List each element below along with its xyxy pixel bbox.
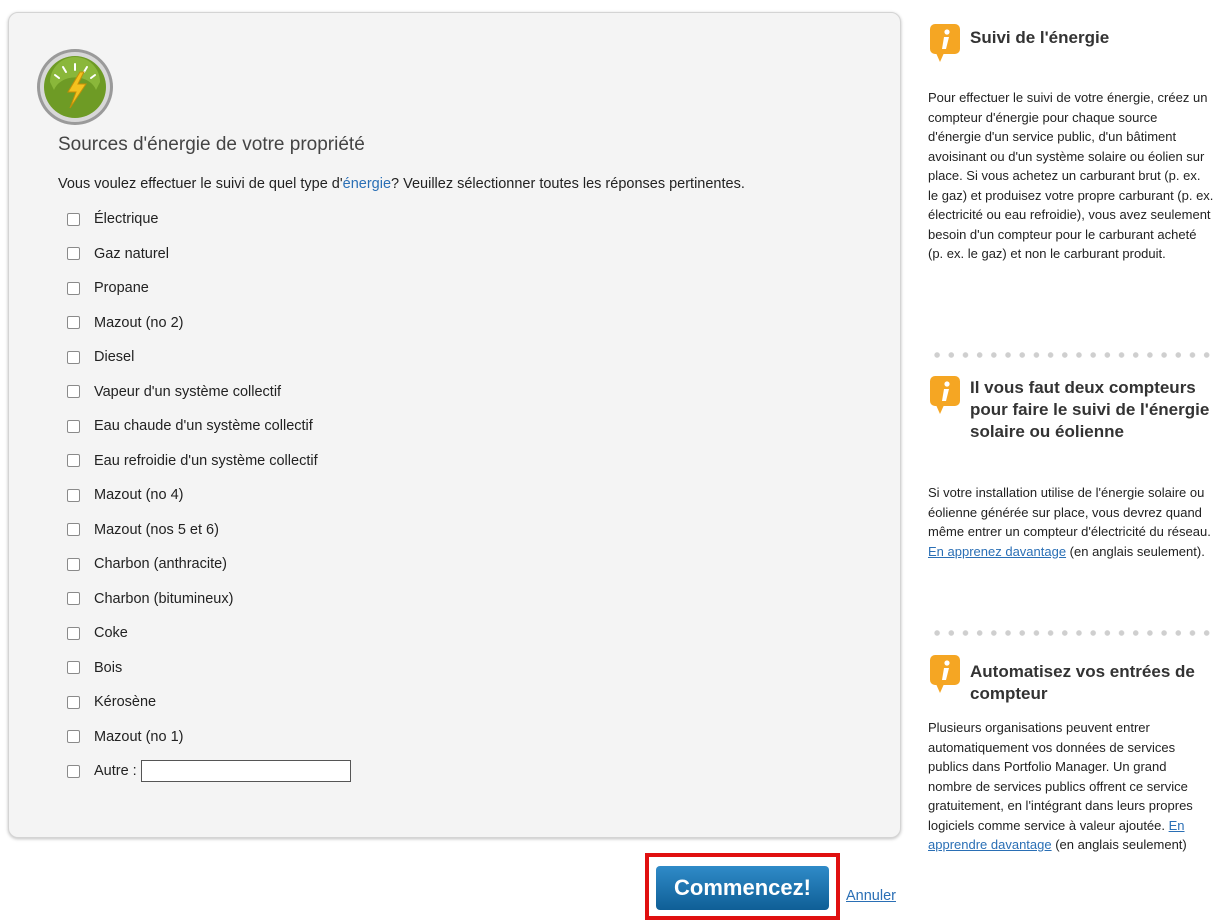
checkbox[interactable] (67, 454, 80, 468)
option-district-steam[interactable]: Vapeur d'un système collectif (67, 375, 351, 410)
option-label: Autre : (94, 763, 137, 780)
question-text: Vous voulez effectuer le suivi de quel t… (58, 176, 745, 192)
option-label: Vapeur d'un système collectif (94, 383, 282, 400)
option-label: Gaz naturel (94, 245, 169, 262)
other-energy-input[interactable] (140, 760, 351, 783)
question-suffix: ? Veuillez sélectionner toutes les répon… (391, 176, 745, 192)
checkbox[interactable] (67, 350, 80, 364)
sidebar-title-two-meters: Il vous faut deux compteurs pour faire l… (970, 378, 1210, 441)
option-label: Mazout (no 1) (94, 728, 184, 745)
option-label: Mazout (no 2) (94, 314, 184, 331)
option-other[interactable]: Autre : (67, 754, 351, 789)
sidebar-text: Si votre installation utilise de l'énerg… (928, 485, 1211, 539)
option-label: Mazout (no 4) (94, 487, 184, 504)
checkbox[interactable] (67, 212, 80, 226)
info-icon (930, 655, 960, 693)
option-coal-anthracite[interactable]: Charbon (anthracite) (67, 547, 351, 582)
energy-options-list: Électrique Gaz naturel Propane Mazout (n… (67, 202, 351, 789)
checkbox[interactable] (67, 764, 80, 778)
sidebar-title-energy-tracking: Suivi de l'énergie (970, 28, 1110, 47)
option-propane[interactable]: Propane (67, 271, 351, 306)
checkbox[interactable] (67, 626, 80, 640)
checkbox[interactable] (67, 661, 80, 675)
sidebar-text-suffix: (en anglais seulement) (1051, 837, 1187, 852)
option-kerosene[interactable]: Kérosène (67, 685, 351, 720)
sidebar-text-automate: Plusieurs organisations peuvent entrer a… (928, 718, 1214, 855)
divider (930, 351, 1214, 359)
sidebar-text-energy-tracking: Pour effectuer le suivi de votre énergie… (928, 90, 1214, 261)
checkbox[interactable] (67, 488, 80, 502)
checkbox[interactable] (67, 385, 80, 399)
option-fuel-oil-2[interactable]: Mazout (no 2) (67, 306, 351, 341)
option-label: Eau refroidie d'un système collectif (94, 452, 318, 469)
sidebar-title-automate: Automatisez vos entrées de compteur (970, 662, 1195, 703)
option-natural-gas[interactable]: Gaz naturel (67, 237, 351, 272)
option-wood[interactable]: Bois (67, 651, 351, 686)
option-label: Bois (94, 659, 123, 676)
option-fuel-oil-5-6[interactable]: Mazout (nos 5 et 6) (67, 513, 351, 548)
checkbox[interactable] (67, 523, 80, 537)
energy-help-link[interactable]: énergie (343, 176, 391, 192)
info-icon (930, 24, 960, 62)
option-coke[interactable]: Coke (67, 616, 351, 651)
checkbox[interactable] (67, 695, 80, 709)
checkbox[interactable] (67, 557, 80, 571)
energy-bolt-icon (37, 49, 113, 125)
page-title: Sources d'énergie de votre propriété (58, 134, 365, 155)
sidebar-text-two-meters: Si votre installation utilise de l'énerg… (928, 483, 1214, 561)
info-icon (930, 376, 960, 414)
option-label: Coke (94, 625, 128, 642)
sidebar-text: Plusieurs organisations peuvent entrer a… (928, 720, 1193, 833)
checkbox[interactable] (67, 592, 80, 606)
option-label: Électrique (94, 211, 159, 228)
sidebar-text-suffix: (en anglais seulement). (1066, 543, 1205, 559)
checkbox[interactable] (67, 316, 80, 330)
option-label: Mazout (nos 5 et 6) (94, 521, 219, 538)
learn-more-link[interactable]: En apprenez davantage (928, 544, 1066, 559)
cancel-link[interactable]: Annuler (846, 888, 896, 904)
option-fuel-oil-1[interactable]: Mazout (no 1) (67, 720, 351, 755)
checkbox[interactable] (67, 281, 80, 295)
option-electric[interactable]: Électrique (67, 202, 351, 237)
option-diesel[interactable]: Diesel (67, 340, 351, 375)
checkbox[interactable] (67, 419, 80, 433)
option-district-chilled-water[interactable]: Eau refroidie d'un système collectif (67, 444, 351, 479)
divider (930, 629, 1214, 637)
option-coal-bituminous[interactable]: Charbon (bitumineux) (67, 582, 351, 617)
question-prefix: Vous voulez effectuer le suivi de quel t… (58, 176, 343, 192)
energy-sources-panel: Sources d'énergie de votre propriété Vou… (8, 12, 901, 838)
option-label: Eau chaude d'un système collectif (94, 418, 313, 435)
checkbox[interactable] (67, 247, 80, 261)
option-label: Diesel (94, 349, 135, 366)
option-fuel-oil-4[interactable]: Mazout (no 4) (67, 478, 351, 513)
checkbox[interactable] (67, 730, 80, 744)
option-district-hot-water[interactable]: Eau chaude d'un système collectif (67, 409, 351, 444)
option-label: Charbon (anthracite) (94, 556, 227, 573)
option-label: Charbon (bitumineux) (94, 590, 234, 607)
option-label: Kérosène (94, 694, 157, 711)
start-button[interactable]: Commencez! (656, 866, 829, 910)
option-label: Propane (94, 280, 149, 297)
